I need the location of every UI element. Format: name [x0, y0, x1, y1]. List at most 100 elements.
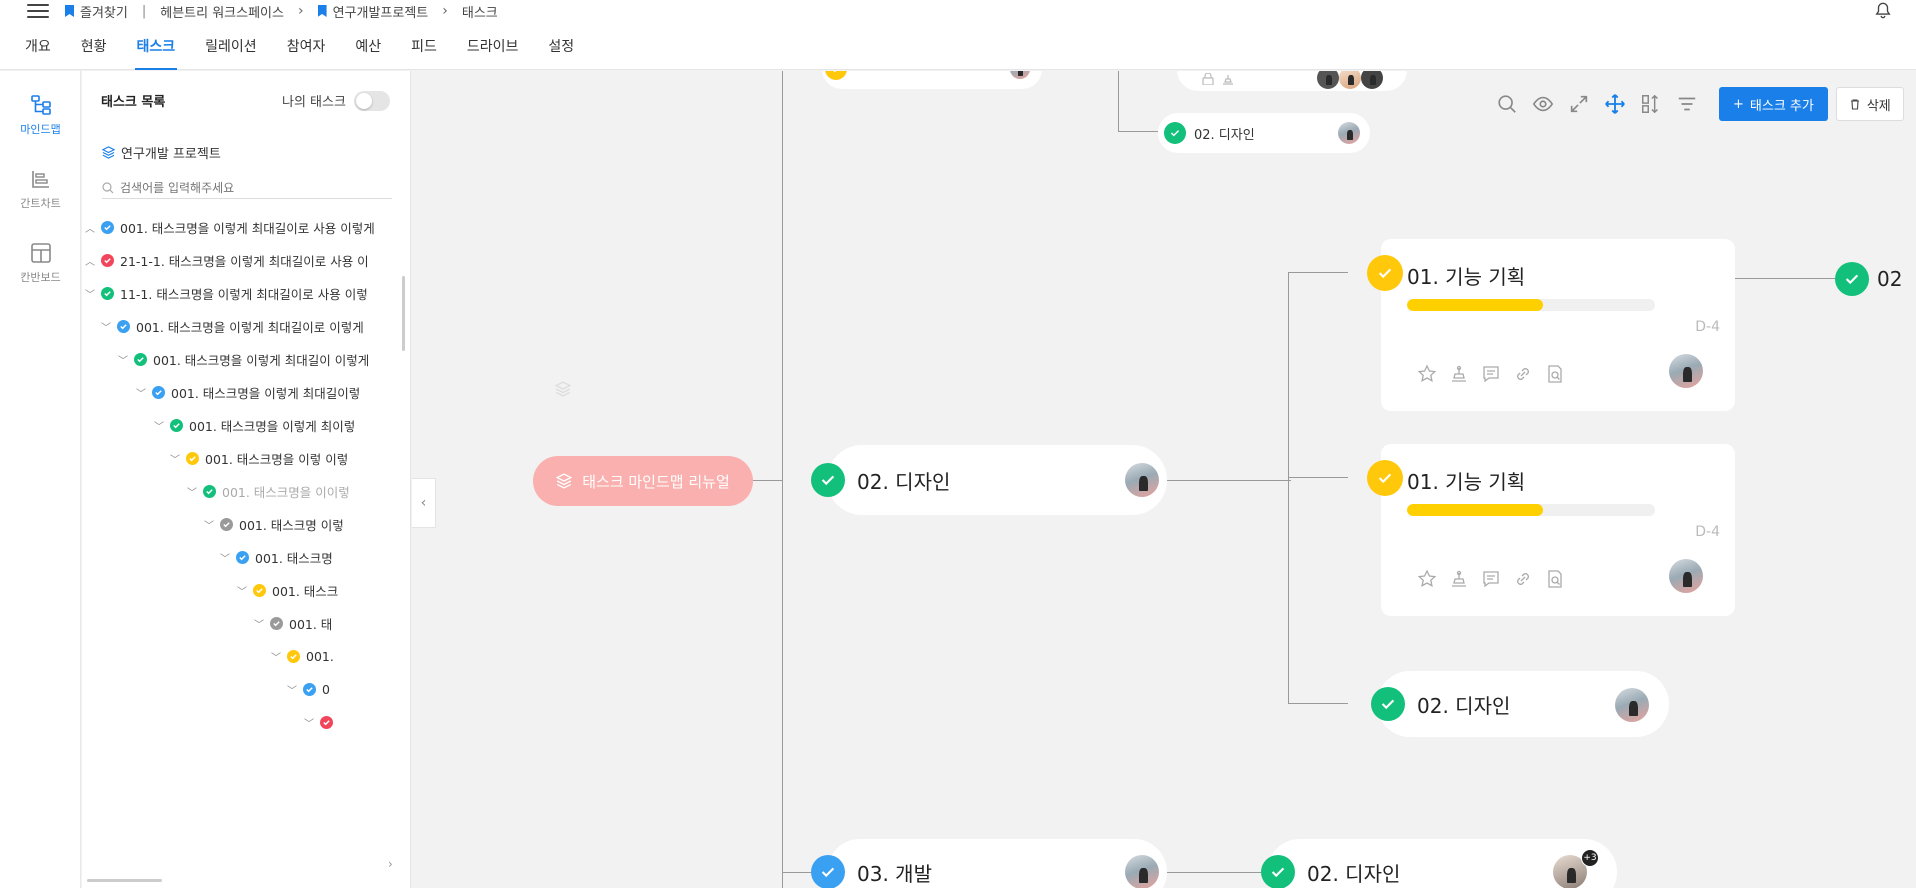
chevron-down-icon[interactable]: ﹀: [204, 517, 214, 532]
sort-button[interactable]: [1633, 89, 1669, 119]
mindmap-node[interactable]: [1177, 71, 1407, 91]
document-search-icon[interactable]: [1545, 569, 1565, 589]
tree-item[interactable]: ﹀ 001. 태스크명을 이렇게 최대길이렇: [136, 380, 360, 404]
chevron-down-icon[interactable]: ﹀: [304, 715, 314, 730]
task-search: [102, 177, 392, 199]
tab-status[interactable]: 현황: [81, 22, 107, 70]
connector-line: [1288, 272, 1289, 703]
collapse-panel-button[interactable]: ‹: [412, 478, 436, 528]
tree-item[interactable]: ︿ 21-1-1. 태스크명을 이렇게 최대길이로 사용 이: [85, 248, 369, 272]
star-icon[interactable]: [1417, 569, 1437, 589]
stamp-icon[interactable]: [1449, 569, 1469, 589]
status-check-icon[interactable]: [811, 855, 845, 888]
tree-item[interactable]: ﹀ 0: [287, 677, 330, 701]
mindmap-node[interactable]: 02. 디자인: [1371, 671, 1669, 737]
task-card[interactable]: 01. 기능 기획 D-4: [1381, 239, 1735, 411]
card-title: 01. 기능 기획: [1407, 470, 1526, 494]
mindmap-node-dev[interactable]: 03. 개발: [811, 839, 1167, 888]
mindmap-node-design[interactable]: 02. 디자인: [811, 445, 1167, 515]
status-check-icon[interactable]: [1164, 122, 1186, 144]
chevron-down-icon[interactable]: ﹀: [237, 583, 247, 598]
comment-icon[interactable]: [1481, 569, 1501, 589]
more-members-badge[interactable]: +3: [1581, 849, 1599, 867]
menu-icon[interactable]: [27, 4, 49, 18]
rail-item-kanban[interactable]: 칸반보드: [0, 241, 81, 285]
chevron-down-icon[interactable]: ﹀: [254, 616, 264, 631]
gantt-icon: [31, 171, 49, 188]
tree-item[interactable]: ﹀ 001. 태스크: [237, 578, 338, 602]
status-check-icon[interactable]: [1367, 460, 1403, 496]
tree-item[interactable]: ﹀ 001. 태스크명을 이렇게 최이렇: [154, 413, 355, 437]
status-check-icon[interactable]: [1367, 255, 1403, 291]
stamp-icon[interactable]: [1449, 364, 1469, 384]
tab-settings[interactable]: 설정: [548, 22, 574, 70]
tab-tasks[interactable]: 태스크: [134, 22, 177, 70]
fullscreen-button[interactable]: [1561, 89, 1597, 119]
bell-icon[interactable]: [1874, 1, 1892, 20]
comment-icon[interactable]: [1481, 364, 1501, 384]
chevron-down-icon[interactable]: ﹀: [220, 550, 230, 565]
document-search-icon[interactable]: [1545, 364, 1565, 384]
breadcrumb-favorites[interactable]: 즐겨찾기: [80, 2, 128, 21]
move-button[interactable]: [1597, 89, 1633, 119]
status-check-icon[interactable]: [825, 71, 847, 80]
status-check-icon[interactable]: [1261, 855, 1295, 888]
tree-item[interactable]: ﹀ 001. 태스크명을 이렇게 최대길이 이렇게: [118, 347, 369, 371]
search-input[interactable]: [120, 180, 370, 195]
tab-members[interactable]: 참여자: [287, 22, 326, 70]
chevron-down-icon[interactable]: ﹀: [287, 682, 297, 697]
tree-item[interactable]: ﹀ 001. 태스크명 이렇: [204, 512, 344, 536]
task-card[interactable]: 01. 기능 기획 D-4: [1381, 444, 1735, 616]
chevron-right-icon[interactable]: ›: [388, 857, 393, 871]
chevron-up-icon[interactable]: ︿: [85, 220, 95, 235]
status-check-icon[interactable]: [1371, 687, 1405, 721]
mindmap-root-node[interactable]: 태스크 마인드맵 리뉴얼: [533, 456, 753, 506]
star-icon[interactable]: [1417, 364, 1437, 384]
chevron-down-icon[interactable]: ﹀: [118, 352, 128, 367]
tree-item[interactable]: ﹀ 001. 태스크명을 이렇 이렇: [170, 446, 348, 470]
search-button[interactable]: [1489, 89, 1525, 119]
chevron-down-icon[interactable]: ﹀: [85, 286, 95, 301]
breadcrumb-workspace[interactable]: 헤븐트리 워크스페이스: [160, 2, 284, 21]
mindmap-node[interactable]: 02: [1835, 259, 1916, 299]
status-check-icon[interactable]: [1835, 262, 1869, 296]
chevron-down-icon[interactable]: ﹀: [170, 451, 180, 466]
horizontal-scrollbar[interactable]: [87, 879, 162, 882]
mindmap-node[interactable]: 02. 디자인: [1158, 113, 1370, 153]
chevron-down-icon[interactable]: ﹀: [101, 319, 111, 334]
tree-item[interactable]: ﹀ 001. 태스크명을 이이렇: [187, 479, 350, 503]
tab-drive[interactable]: 드라이브: [467, 22, 519, 70]
tree-item[interactable]: ﹀ 001.: [271, 644, 334, 668]
chevron-down-icon[interactable]: ﹀: [271, 649, 281, 664]
rail-item-gantt[interactable]: 간트차트: [0, 167, 81, 211]
tree-item[interactable]: ﹀ 001. 태스크명: [220, 545, 333, 569]
tab-overview[interactable]: 개요: [25, 22, 51, 70]
status-check-icon[interactable]: [811, 463, 845, 497]
tab-relations[interactable]: 릴레이션: [205, 22, 257, 70]
tree-item[interactable]: ︿ 001. 태스크명을 이렇게 최대길이로 사용 이렇게: [85, 215, 375, 239]
mindmap-node[interactable]: [822, 71, 1042, 89]
vertical-scrollbar[interactable]: [402, 276, 405, 351]
mindmap-canvas[interactable]: 02. 디자인 태스크 마인드맵 리뉴얼 02. 디자인 01. 기능 기획 D…: [437, 71, 1916, 888]
link-icon[interactable]: [1513, 569, 1533, 589]
tab-feed[interactable]: 피드: [411, 22, 437, 70]
tree-item[interactable]: ﹀ 11-1. 태스크명을 이렇게 최대길이로 사용 이렇: [85, 281, 368, 305]
delete-button[interactable]: 삭제: [1835, 87, 1904, 121]
project-row[interactable]: 연구개발 프로젝트: [102, 143, 221, 162]
my-tasks-toggle[interactable]: [354, 91, 390, 111]
chevron-down-icon[interactable]: ﹀: [154, 418, 164, 433]
chevron-up-icon[interactable]: ︿: [85, 253, 95, 268]
breadcrumb-project[interactable]: 연구개발프로젝트: [333, 2, 429, 21]
add-task-button[interactable]: + 태스크 추가: [1719, 87, 1828, 121]
tree-item[interactable]: ﹀: [304, 710, 339, 734]
tree-item[interactable]: ﹀ 001. 태: [254, 611, 332, 635]
filter-button[interactable]: [1669, 89, 1705, 119]
tree-item[interactable]: ﹀ 001. 태스크명을 이렇게 최대길이로 이렇게: [101, 314, 364, 338]
chevron-down-icon[interactable]: ﹀: [187, 484, 197, 499]
tab-budget[interactable]: 예산: [355, 22, 381, 70]
visibility-button[interactable]: [1525, 89, 1561, 119]
rail-item-mindmap[interactable]: 마인드맵: [0, 93, 81, 137]
link-icon[interactable]: [1513, 364, 1533, 384]
mindmap-node[interactable]: 02. 디자인 +3: [1261, 839, 1617, 888]
chevron-down-icon[interactable]: ﹀: [136, 385, 146, 400]
